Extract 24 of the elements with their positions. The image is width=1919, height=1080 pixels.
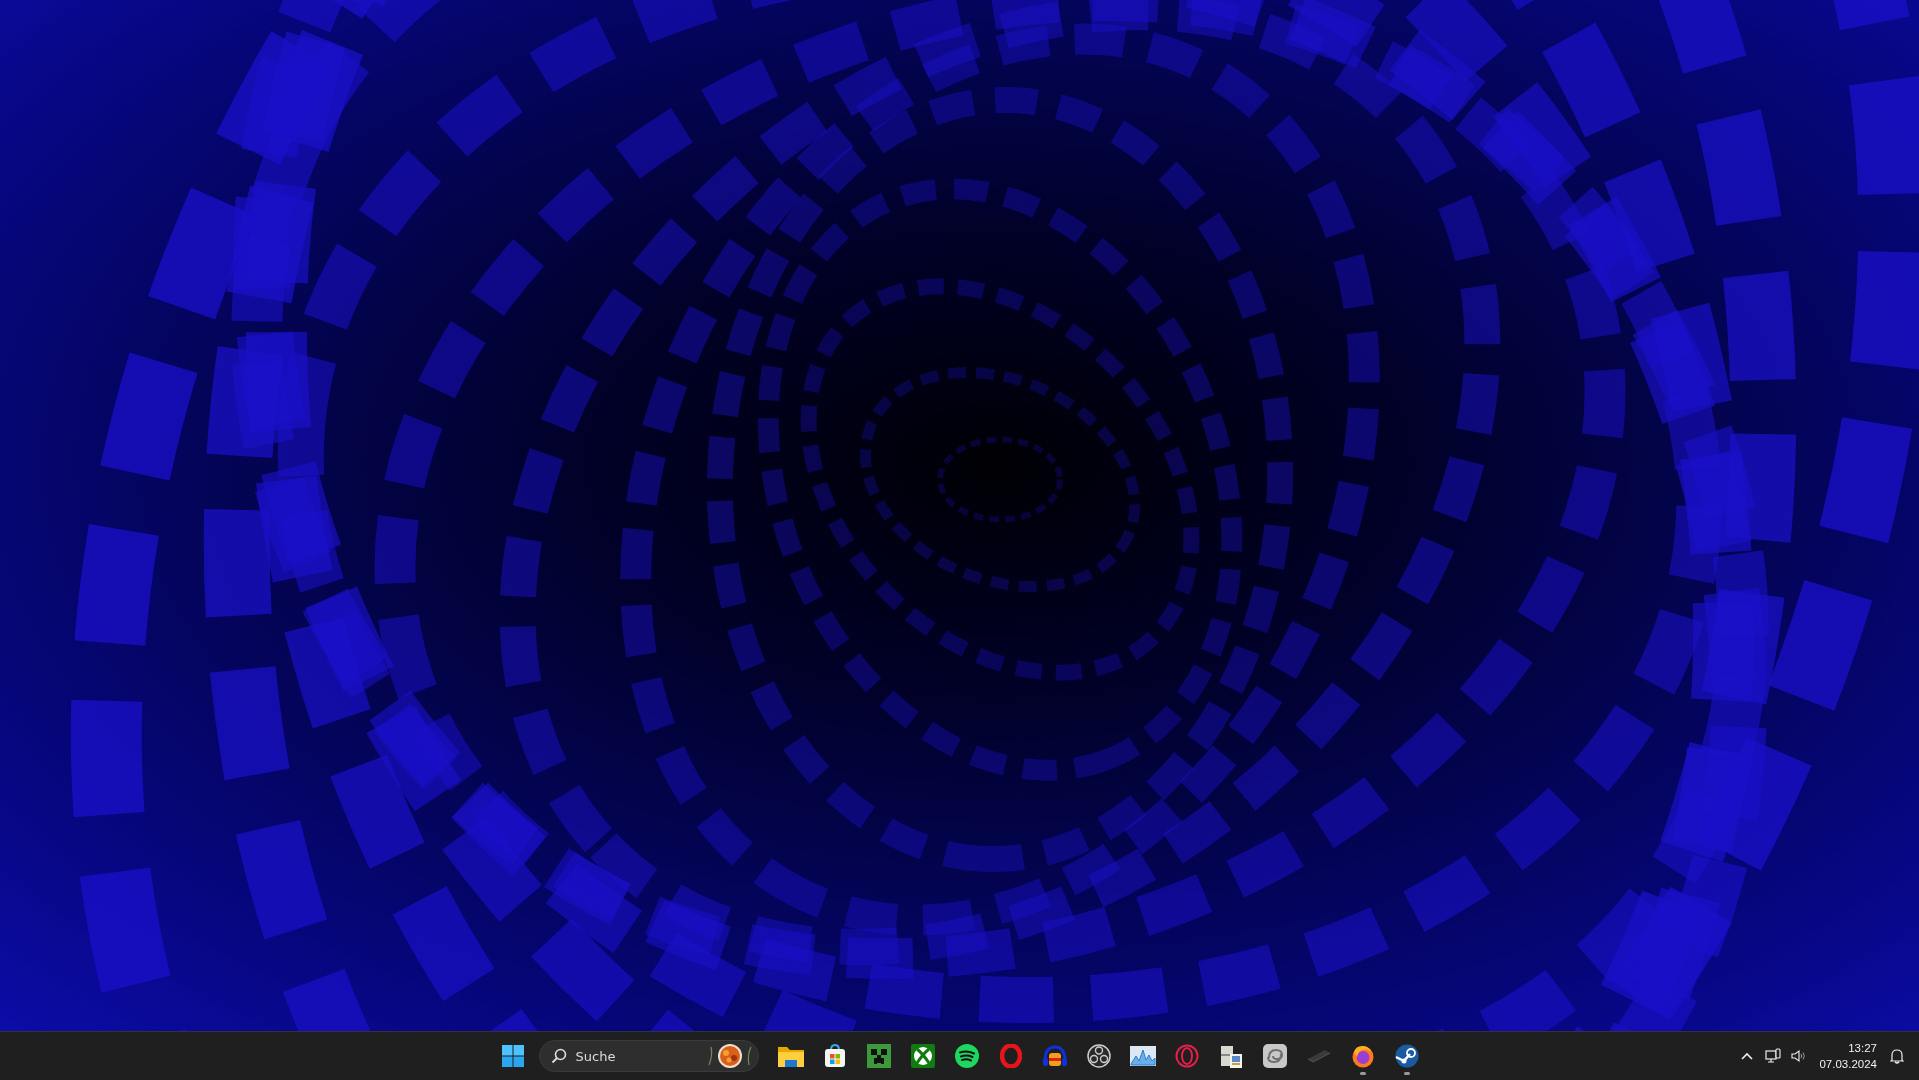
line-chart-icon — [1129, 1046, 1156, 1066]
letter-o-icon — [999, 1044, 1022, 1068]
stylus-icon — [1306, 1049, 1331, 1063]
chevron-up-icon — [1741, 1052, 1754, 1060]
pixel-face-icon — [866, 1044, 891, 1068]
folder-icon — [777, 1045, 804, 1067]
clock-button[interactable]: 13:27 07.03.2024 — [1813, 1036, 1883, 1076]
search-field[interactable]: Suche — [538, 1040, 759, 1072]
shopping-bag-icon — [822, 1044, 847, 1068]
ring-icon — [1174, 1044, 1199, 1068]
headphones-icon — [1041, 1045, 1068, 1067]
aperture-icon — [1086, 1044, 1111, 1068]
scanner-icon — [1218, 1044, 1243, 1068]
bell-icon — [1890, 1048, 1904, 1064]
search-icon — [550, 1048, 567, 1064]
piston-icon — [1394, 1044, 1419, 1068]
sound-waves-icon — [954, 1044, 979, 1068]
x-circle-icon — [910, 1044, 935, 1068]
swirl-icon — [1262, 1044, 1287, 1068]
speaker-icon — [1791, 1049, 1808, 1063]
network-monitor-icon — [1765, 1048, 1782, 1064]
windows-logo-icon — [501, 1045, 524, 1067]
fox-globe-icon — [1350, 1044, 1375, 1068]
food-bowl-icon — [706, 1043, 753, 1069]
